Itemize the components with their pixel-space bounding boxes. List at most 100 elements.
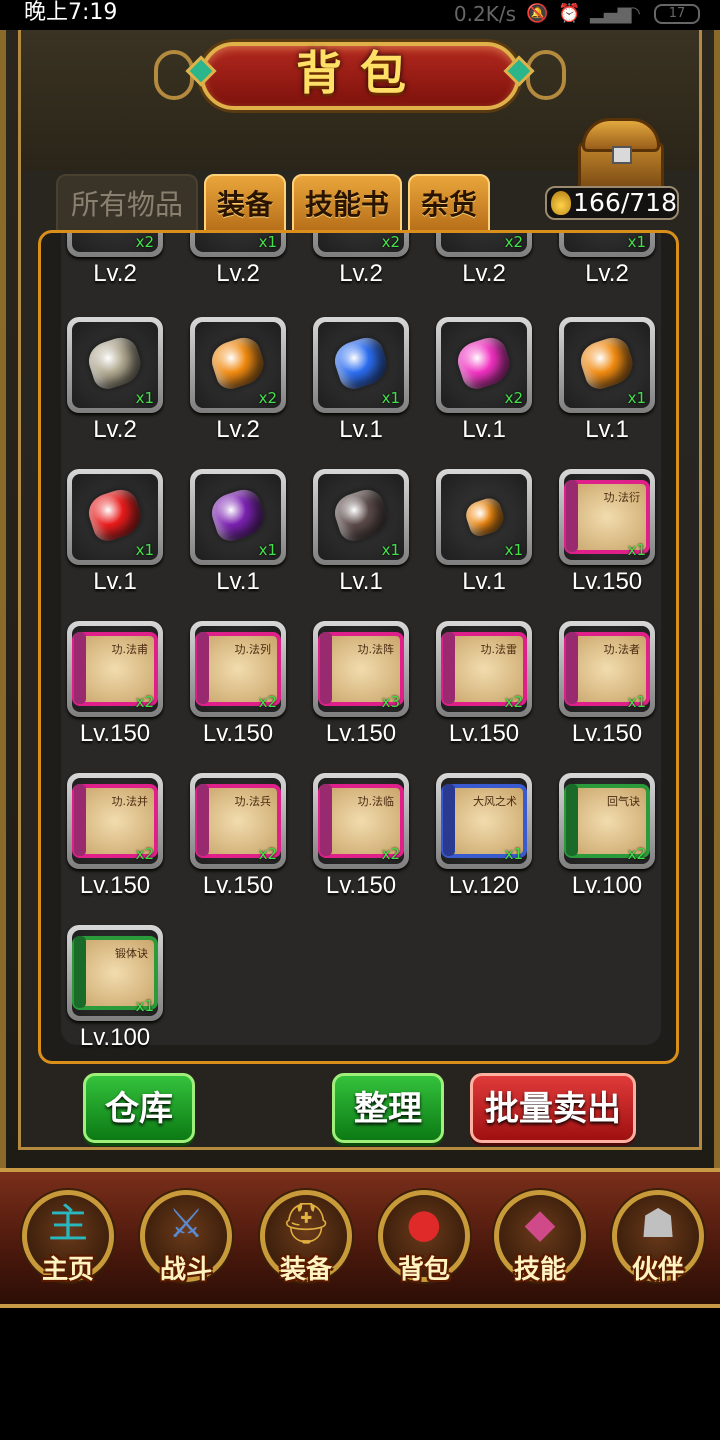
item-slot[interactable]: x1 bbox=[436, 469, 532, 565]
item-slot[interactable]: 功.法兵 x2 bbox=[190, 773, 286, 869]
item-slot[interactable]: 功.法衍 x1 bbox=[559, 469, 655, 565]
inventory-item[interactable]: 功.法雷 x2 Lv.150 bbox=[434, 621, 534, 751]
nav-glyph: ◆ bbox=[524, 1201, 556, 1247]
inventory-item[interactable]: 功.法并 x2 Lv.150 bbox=[65, 773, 165, 903]
inventory-item[interactable]: x2 Lv.2 bbox=[65, 233, 165, 291]
item-slot[interactable]: x1 bbox=[190, 469, 286, 565]
inventory-item[interactable]: x2 Lv.2 bbox=[311, 233, 411, 291]
inventory-item[interactable]: 功.法临 x2 Lv.150 bbox=[311, 773, 411, 903]
coin-bag-icon bbox=[551, 191, 572, 215]
inventory-item[interactable]: x1 Lv.1 bbox=[65, 469, 165, 599]
inventory-item[interactable]: 功.法甫 x2 Lv.150 bbox=[65, 621, 165, 751]
nav-equipment[interactable]: ⛑ 装备 bbox=[254, 1186, 358, 1304]
item-slot[interactable]: 功.法者 x1 bbox=[559, 621, 655, 717]
skill-scroll-icon: 功.法并 x2 bbox=[72, 778, 158, 864]
inventory-item[interactable]: x1 Lv.2 bbox=[557, 233, 657, 291]
warehouse-button[interactable]: 仓库 bbox=[83, 1073, 195, 1143]
inventory-item[interactable]: 功.法列 x2 Lv.150 bbox=[188, 621, 288, 751]
inventory-item[interactable]: x1 Lv.1 bbox=[188, 469, 288, 599]
tab-equipment[interactable]: 装备 bbox=[204, 174, 286, 232]
item-level: Lv.100 bbox=[79, 1024, 151, 1051]
item-quantity: x1 bbox=[627, 233, 646, 251]
nav-partner[interactable]: ☗ 伙伴 bbox=[606, 1186, 710, 1304]
gem-icon: x1 bbox=[564, 322, 650, 408]
inventory-item[interactable]: x2 Lv.1 bbox=[434, 317, 534, 447]
scroll-title: 功.法雷 bbox=[480, 643, 518, 656]
inventory-item[interactable]: x1 Lv.1 bbox=[311, 469, 411, 599]
gem-icon: x1 bbox=[72, 322, 158, 408]
inventory-item[interactable]: 功.法兵 x2 Lv.150 bbox=[188, 773, 288, 903]
item-level: Lv.1 bbox=[339, 416, 383, 443]
item-slot[interactable]: x1 bbox=[67, 469, 163, 565]
bottom-nav: 主主页 ⚔ 战斗 ⛑ 装备 ● 背包 ◆ 技能 ☗ 伙伴 bbox=[0, 1168, 720, 1308]
inventory-item[interactable]: x2 Lv.2 bbox=[434, 233, 534, 291]
item-slot[interactable]: 功.法阵 x3 bbox=[313, 621, 409, 717]
inventory-item[interactable]: x1 Lv.2 bbox=[188, 233, 288, 291]
scroll-title: 功.法并 bbox=[111, 795, 149, 808]
item-slot[interactable]: x1 bbox=[190, 233, 286, 257]
item-slot[interactable]: x2 bbox=[313, 233, 409, 257]
wifi-icon: ◠ bbox=[625, 3, 641, 24]
item-slot[interactable]: 回气诀 x2 bbox=[559, 773, 655, 869]
bulk-sell-button[interactable]: 批量卖出 bbox=[470, 1073, 636, 1143]
gem-icon: x2 bbox=[441, 322, 527, 408]
item-slot[interactable]: x1 bbox=[559, 233, 655, 257]
item-slot[interactable]: x2 bbox=[436, 233, 532, 257]
gem-icon: x1 bbox=[72, 474, 158, 560]
inventory-grid[interactable]: x2 Lv.2 x1 Lv.2 x2 Lv.2 x2 Lv.2 x1 Lv.2 x1 Lv.2 x2 Lv… bbox=[61, 233, 661, 1051]
nav-glyph: 主 bbox=[48, 1201, 88, 1247]
nav-glyph: ● bbox=[406, 1201, 442, 1247]
item-slot[interactable]: 功.法并 x2 bbox=[67, 773, 163, 869]
item-quantity: x1 bbox=[381, 389, 400, 407]
inventory-item[interactable]: 大风之术 x1 Lv.120 bbox=[434, 773, 534, 903]
inventory-item[interactable]: x1 Lv.1 bbox=[434, 469, 534, 599]
inventory-item[interactable]: x2 Lv.2 bbox=[188, 317, 288, 447]
item-slot[interactable]: x1 bbox=[559, 317, 655, 413]
scroll-title: 功.法临 bbox=[357, 795, 395, 808]
skill-scroll-icon: 功.法列 x2 bbox=[195, 626, 281, 712]
item-slot[interactable]: x1 bbox=[313, 469, 409, 565]
item-slot[interactable]: x1 bbox=[313, 317, 409, 413]
item-quantity: x2 bbox=[504, 389, 523, 407]
item-slot[interactable]: 功.法甫 x2 bbox=[67, 621, 163, 717]
inventory-item[interactable]: x1 Lv.2 bbox=[65, 317, 165, 447]
item-slot[interactable]: 功.法列 x2 bbox=[190, 621, 286, 717]
skill-scroll-icon: 功.法衍 x1 bbox=[564, 474, 650, 560]
status-icons: 0.2K/s 🔕 ⏰ ▂▄▆ ◠ 17 bbox=[454, 2, 700, 26]
item-quantity: x1 bbox=[258, 233, 277, 251]
inventory-item[interactable]: 锻体诀 x1 Lv.100 bbox=[65, 925, 165, 1055]
item-slot[interactable]: 功.法临 x2 bbox=[313, 773, 409, 869]
nav-bag[interactable]: ● 背包 bbox=[372, 1186, 476, 1304]
item-slot[interactable]: x2 bbox=[190, 317, 286, 413]
item-slot[interactable]: 大风之术 x1 bbox=[436, 773, 532, 869]
inventory-item[interactable]: 功.法阵 x3 Lv.150 bbox=[311, 621, 411, 751]
item-slot[interactable]: 功.法雷 x2 bbox=[436, 621, 532, 717]
nav-battle[interactable]: ⚔ 战斗 bbox=[134, 1186, 238, 1304]
item-slot[interactable]: x2 bbox=[67, 233, 163, 257]
item-quantity: x2 bbox=[135, 693, 154, 711]
sort-button[interactable]: 整理 bbox=[332, 1073, 444, 1143]
item-slot[interactable]: x2 bbox=[436, 317, 532, 413]
item-slot[interactable]: x1 bbox=[67, 317, 163, 413]
scroll-title: 大风之术 bbox=[473, 795, 517, 808]
item-slot[interactable]: 锻体诀 x1 bbox=[67, 925, 163, 1021]
skill-scroll-icon: 功.法雷 x2 bbox=[441, 626, 527, 712]
status-bar: 晚上7:19 0.2K/s 🔕 ⏰ ▂▄▆ ◠ 17 bbox=[0, 0, 720, 30]
gem-icon: x1 bbox=[318, 322, 404, 408]
nav-skill-book[interactable]: ◆ 技能 bbox=[488, 1186, 592, 1304]
inventory-panel[interactable]: x2 Lv.2 x1 Lv.2 x2 Lv.2 x2 Lv.2 x1 Lv.2 x1 Lv.2 x2 Lv… bbox=[38, 230, 679, 1064]
inventory-item[interactable]: 回气诀 x2 Lv.100 bbox=[557, 773, 657, 903]
gem-icon: x1 bbox=[195, 474, 281, 560]
tab-all-items[interactable]: 所有物品 bbox=[56, 174, 198, 232]
inventory-item[interactable]: x1 Lv.1 bbox=[311, 317, 411, 447]
inventory-item[interactable]: 功.法者 x1 Lv.150 bbox=[557, 621, 657, 751]
inventory-item[interactable]: x1 Lv.1 bbox=[557, 317, 657, 447]
nav-home[interactable]: 主主页 bbox=[16, 1186, 120, 1304]
tab-skill-books[interactable]: 技能书 bbox=[292, 174, 402, 232]
item-quantity: x2 bbox=[258, 845, 277, 863]
signal-icon: ▂▄▆ bbox=[590, 3, 632, 24]
tab-misc[interactable]: 杂货 bbox=[408, 174, 490, 232]
skill-scroll-icon: 大风之术 x1 bbox=[441, 778, 527, 864]
inventory-item[interactable]: 功.法衍 x1 Lv.150 bbox=[557, 469, 657, 599]
scroll-title: 锻体诀 bbox=[115, 947, 148, 960]
